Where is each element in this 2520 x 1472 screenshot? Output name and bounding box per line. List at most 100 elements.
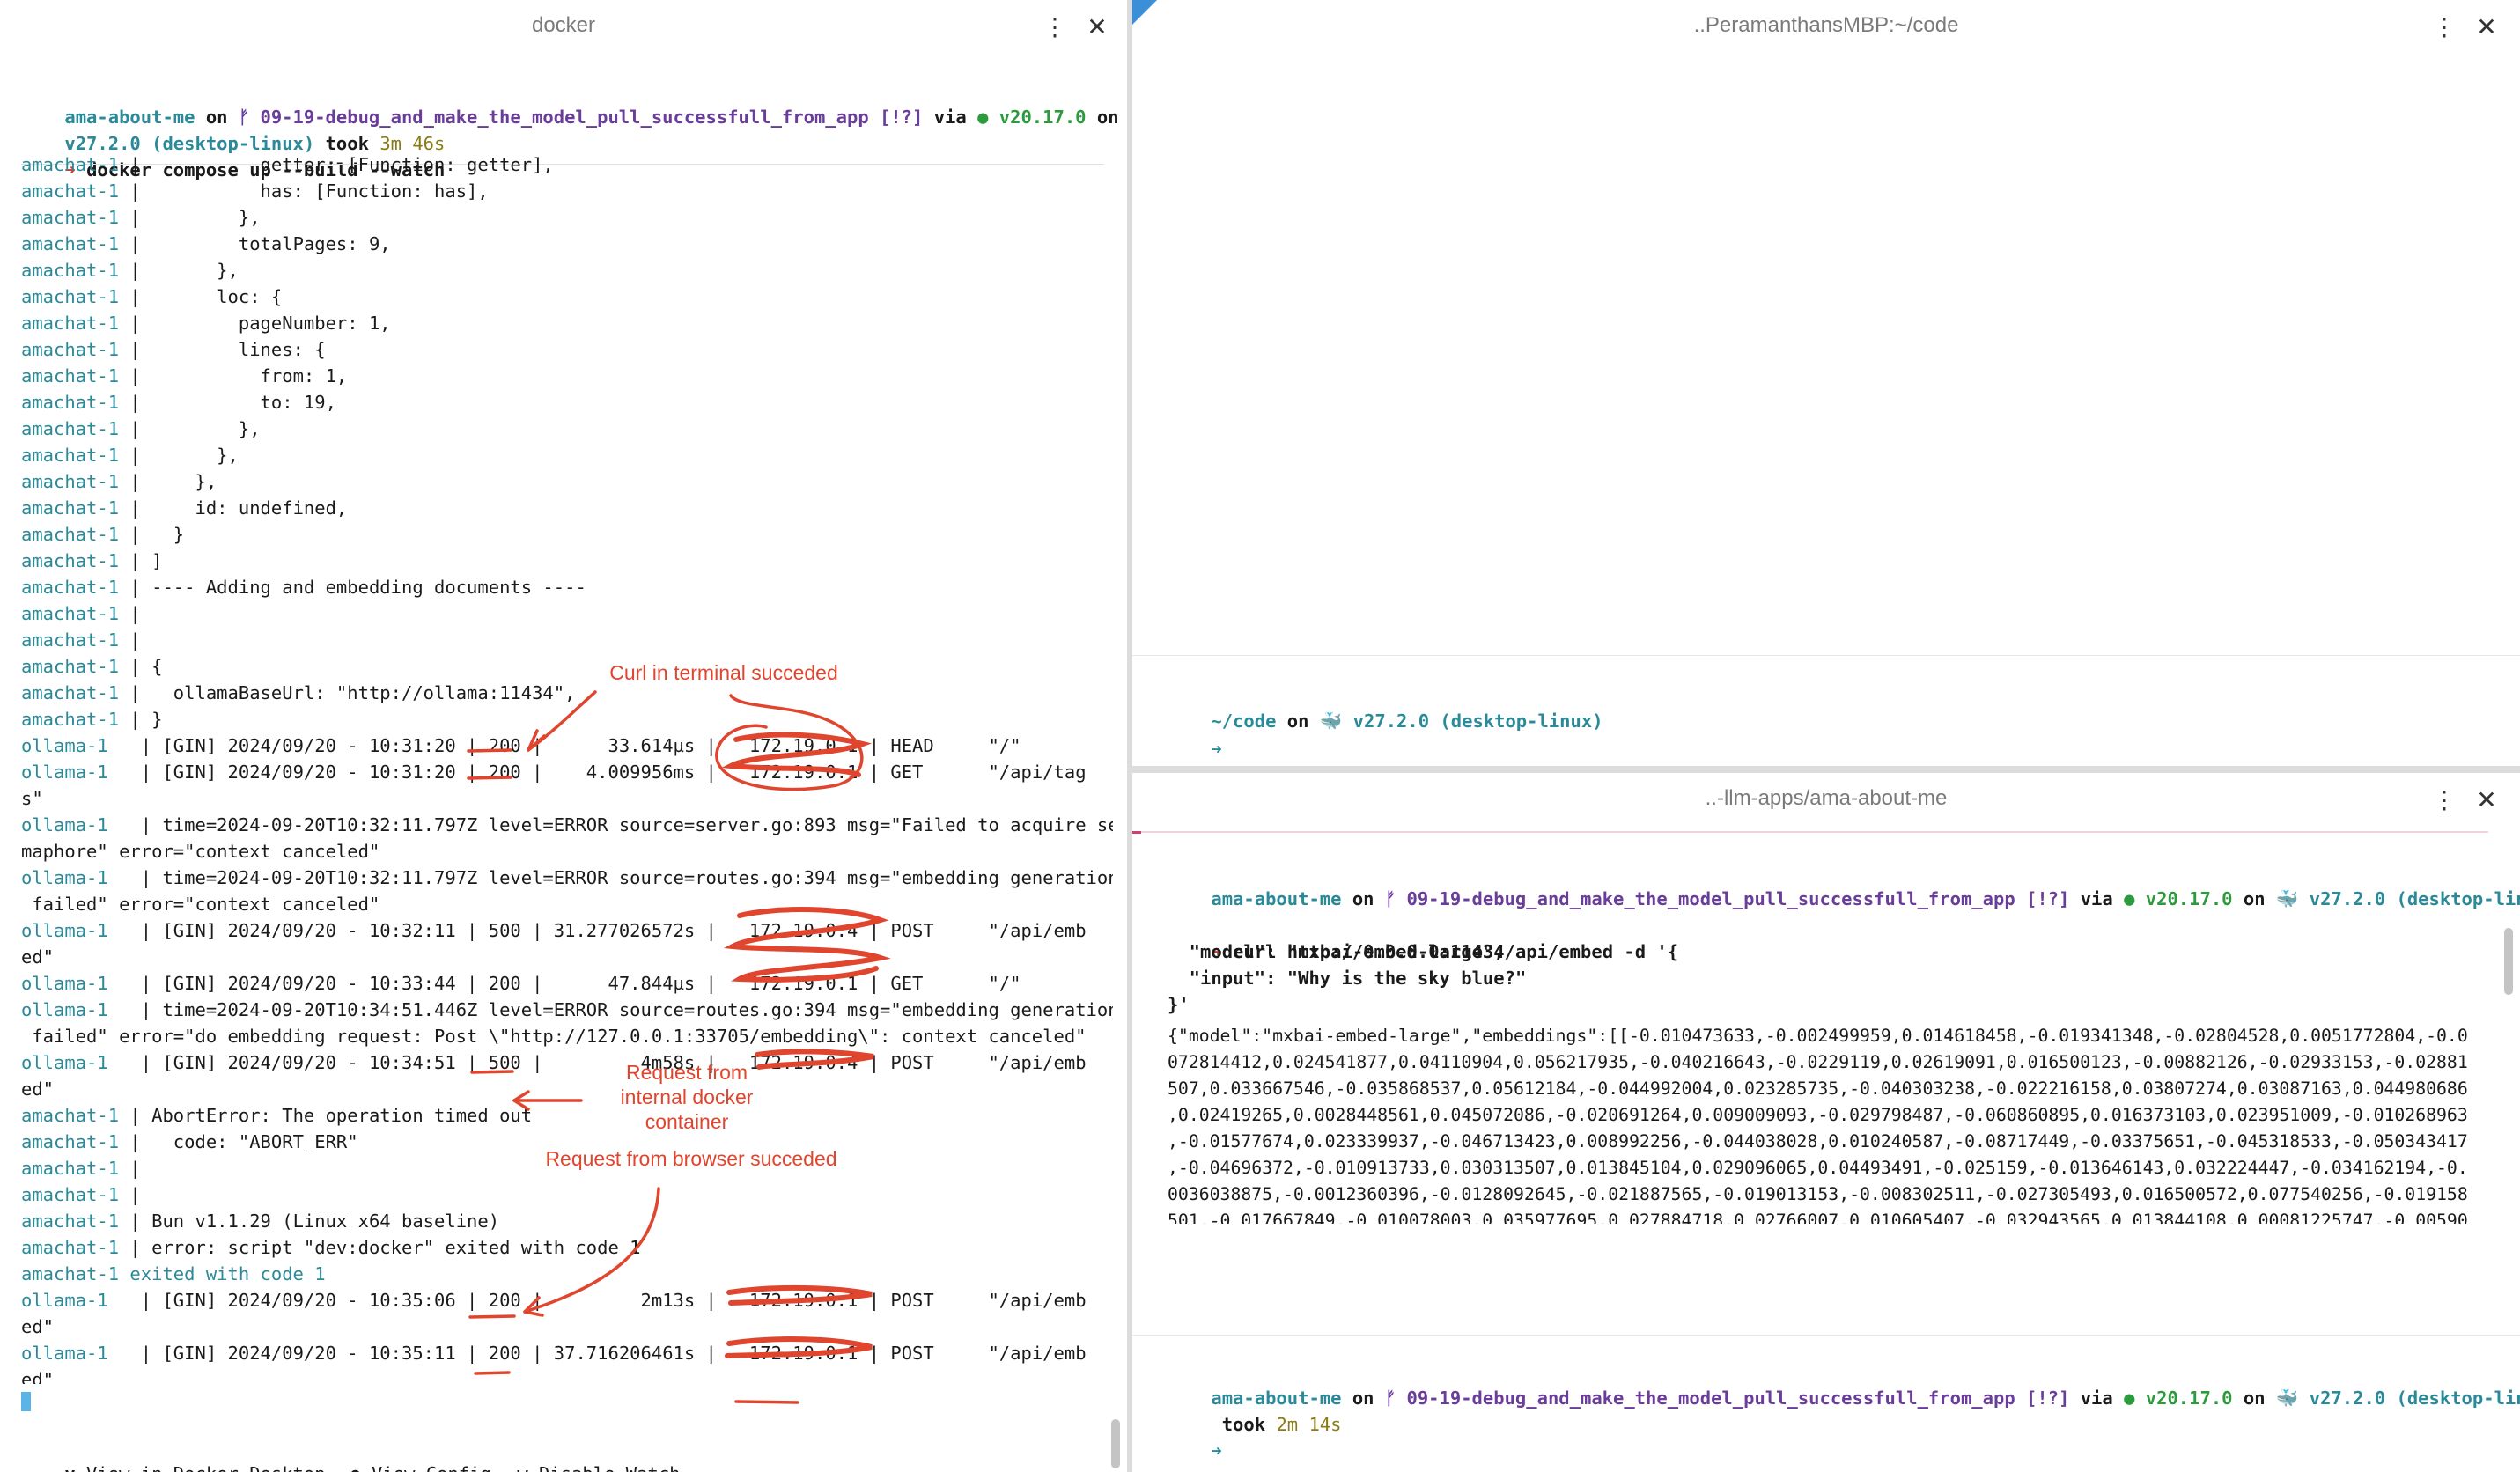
- log-text: s": [21, 788, 43, 809]
- log-text: | },: [119, 445, 239, 466]
- footer-disable-watch[interactable]: w Disable Watch: [474, 1442, 680, 1472]
- output-line: 072814412,0.024541877,0.04110904,0.05621…: [1168, 1052, 2468, 1072]
- log-text: | [GIN] 2024/09/20 - 10:35:06 | 200 | 2m…: [107, 1290, 1087, 1311]
- service-name: ollama-1: [21, 1290, 108, 1311]
- log-text: | loc: {: [119, 286, 283, 307]
- service-name: amachat-1: [21, 418, 120, 439]
- shortcut-label: View in Docker Desktop: [76, 1463, 326, 1472]
- took-label: took: [1221, 1414, 1277, 1435]
- prompt-on: on: [2232, 1387, 2276, 1409]
- prompt-on: on: [1341, 1387, 1385, 1409]
- service-name: ollama-1: [21, 867, 108, 888]
- log-line: amachat-1 | has: [Function: has],: [21, 178, 489, 204]
- more-options-icon[interactable]: ⋮: [2427, 782, 2462, 817]
- log-line: amachat-1 exited with code 1: [21, 1261, 326, 1287]
- shortcut-key: o: [350, 1463, 360, 1472]
- log-line: ed": [21, 1076, 54, 1102]
- log-output[interactable]: amachat-1 | getter: [Function: getter], a…: [21, 151, 1113, 1384]
- output-line: 507,0.033667546,-0.035868537,0.05612184,…: [1168, 1078, 2468, 1099]
- log-line: ollama-1 | time=2024-09-20T10:34:51.446Z…: [21, 997, 1113, 1023]
- service-name: amachat-1: [21, 180, 120, 202]
- service-name: amachat-1: [21, 524, 120, 545]
- pane-progress-line: [1132, 831, 2488, 833]
- log-line: amachat-1 | Bun v1.1.29 (Linux x64 basel…: [21, 1208, 499, 1234]
- log-text: failed" error="context canceled": [21, 894, 380, 915]
- service-name: amachat-1: [21, 233, 120, 254]
- close-icon[interactable]: ✕: [2469, 782, 2504, 817]
- prompt-line: ~/code on 🐳 v27.2.0 (desktop-linux): [1168, 681, 1603, 732]
- log-text: | AbortError: The operation timed out: [119, 1105, 533, 1126]
- scrollbar-thumb[interactable]: [1111, 1419, 1120, 1468]
- pane-progress-mark: [1132, 831, 1141, 834]
- log-text: failed" error="do embedding request: Pos…: [21, 1026, 1087, 1047]
- prompt-arrow-line[interactable]: ➜: [1168, 710, 1221, 760]
- footer-view-config[interactable]: o View Config: [306, 1442, 490, 1472]
- service-name: amachat-1: [21, 550, 120, 571]
- log-line: ollama-1 | [GIN] 2024/09/20 - 10:31:20 |…: [21, 759, 1087, 785]
- bottom-right-terminal-pane[interactable]: ..-llm-apps/ama-about-me ⋮ ✕ ama-about-m…: [1132, 773, 2520, 1472]
- log-line: ed": [21, 944, 54, 970]
- prompt-arrow-line[interactable]: ➜: [1168, 1411, 1221, 1461]
- log-line: maphore" error="context canceled": [21, 838, 379, 865]
- shortcut-key: v: [64, 1463, 75, 1472]
- log-line: amachat-1 | to: 19,: [21, 389, 336, 416]
- log-line: amachat-1 | id: undefined,: [21, 495, 347, 521]
- log-text: | id: undefined,: [119, 497, 348, 519]
- curl-command-line: }': [1168, 994, 1190, 1015]
- log-line: amachat-1 | ---- Adding and embedding do…: [21, 574, 586, 600]
- footer-view-docker-desktop[interactable]: v View in Docker Desktop: [21, 1442, 326, 1472]
- prompt-via: via: [2069, 1387, 2125, 1409]
- log-line: amachat-1 | },: [21, 416, 261, 442]
- prompt-line: ama-about-me on ᚠ 09-19-debug_and_make_t…: [1168, 1358, 2520, 1409]
- prompt-line-2: v27.2.0 (desktop-linux) took 3m 46s: [21, 104, 445, 154]
- service-name: amachat-1: [21, 471, 120, 492]
- terminal-cursor: [21, 1392, 31, 1411]
- shortcut-key: w: [517, 1463, 527, 1472]
- service-name: ollama-1: [21, 735, 108, 756]
- log-text: | [GIN] 2024/09/20 - 10:33:44 | 200 | 47…: [107, 973, 1021, 994]
- service-name: amachat-1: [21, 682, 120, 703]
- close-icon[interactable]: ✕: [1079, 9, 1115, 44]
- took-value: 2m 14s: [1276, 1414, 1342, 1435]
- log-line: amachat-1 | pageNumber: 1,: [21, 310, 391, 336]
- log-text: | getter: [Function: getter],: [119, 154, 554, 175]
- log-text: | lines: {: [119, 339, 326, 360]
- log-line: ollama-1 | [GIN] 2024/09/20 - 10:35:06 |…: [21, 1287, 1087, 1314]
- prompt-docker-version: 🐳 v27.2.0 (desktop-lin: [2275, 1387, 2520, 1409]
- output-line: 0036038875,-0.0012360396,-0.0128092645,-…: [1168, 1184, 2468, 1204]
- service-name: amachat-1: [21, 656, 120, 677]
- pane-divider-horizontal[interactable]: [1132, 766, 2520, 773]
- scrollbar-thumb[interactable]: [2504, 928, 2513, 995]
- service-name: amachat-1: [21, 154, 120, 175]
- log-line: amachat-1 | },: [21, 468, 217, 495]
- top-right-terminal-pane[interactable]: ..PeramanthansMBP:~/code ⋮ ✕ ~/code on 🐳…: [1132, 0, 2520, 766]
- log-line: failed" error="context canceled": [21, 891, 379, 917]
- more-options-icon[interactable]: ⋮: [2427, 9, 2462, 44]
- log-line: ollama-1 | [GIN] 2024/09/20 - 10:35:11 |…: [21, 1340, 1087, 1366]
- log-line: ollama-1 | time=2024-09-20T10:32:11.797Z…: [21, 812, 1113, 838]
- service-name: amachat-1: [21, 577, 120, 598]
- log-text: | [GIN] 2024/09/20 - 10:31:20 | 200 | 33…: [107, 735, 1021, 756]
- close-icon[interactable]: ✕: [2469, 9, 2504, 44]
- prompt-node-version: ● v20.17.0: [977, 107, 1087, 128]
- embedding-output[interactable]: {"model":"mxbai-embed-large","embeddings…: [1168, 1023, 2488, 1224]
- curl-command-line: "model": "mxbai-embed-large",: [1168, 941, 1505, 962]
- service-name: amachat-1: [21, 497, 120, 519]
- log-text: | },: [119, 471, 217, 492]
- service-name: amachat-1: [21, 207, 120, 228]
- log-text: | to: 19,: [119, 392, 336, 413]
- service-name: ollama-1: [21, 999, 108, 1020]
- shortcut-label: Disable Watch: [528, 1463, 680, 1472]
- more-options-icon[interactable]: ⋮: [1037, 9, 1072, 44]
- prompt-via: via: [2069, 888, 2125, 909]
- service-name: ollama-1: [21, 920, 108, 941]
- log-text: | {: [119, 656, 163, 677]
- log-line: ollama-1 | time=2024-09-20T10:32:11.797Z…: [21, 865, 1113, 891]
- prompt-line: ama-about-me on ᚠ 09-19-debug_and_make_t…: [21, 77, 1127, 128]
- log-line: amachat-1 | AbortError: The operation ti…: [21, 1102, 532, 1129]
- log-line: amachat-1 |: [21, 600, 141, 627]
- log-text: | }: [119, 524, 185, 545]
- left-terminal-pane[interactable]: docker ⋮ ✕ ama-about-me on ᚠ 09-19-debug…: [0, 0, 1127, 1472]
- log-line: amachat-1 |: [21, 627, 141, 653]
- curl-command-line: "input": "Why is the sky blue?": [1168, 968, 1527, 989]
